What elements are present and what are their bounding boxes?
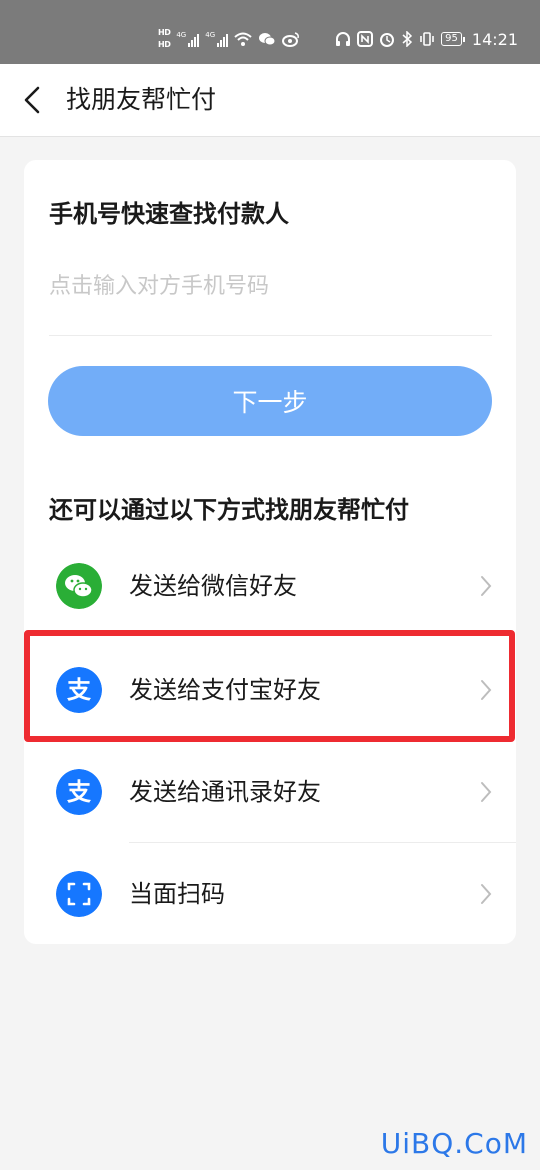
back-button[interactable] bbox=[12, 76, 58, 124]
weibo-icon bbox=[282, 32, 300, 47]
nav-bar: 找朋友帮忙付 bbox=[0, 64, 540, 137]
signal-icon: 4G bbox=[205, 31, 229, 47]
next-step-button[interactable]: 下一步 bbox=[48, 366, 492, 436]
status-bar-left: HD HD 4G 4G bbox=[158, 22, 300, 56]
wechat-icon bbox=[259, 33, 276, 46]
send-to-wechat-friend[interactable]: 发送给微信好友 bbox=[24, 535, 516, 637]
alipay-icon: 支 bbox=[56, 667, 102, 713]
wechat-icon bbox=[56, 563, 102, 609]
alt-methods-title: 还可以通过以下方式找朋友帮忙付 bbox=[49, 496, 409, 524]
page-title: 找朋友帮忙付 bbox=[66, 85, 217, 114]
send-to-alipay-friend[interactable]: 支 发送给支付宝好友 bbox=[24, 639, 516, 741]
hd-badge: HD bbox=[158, 28, 171, 37]
bluetooth-icon bbox=[402, 31, 413, 47]
vibrate-icon bbox=[420, 32, 434, 46]
face-to-face-scan[interactable]: 当面扫码 bbox=[24, 843, 516, 945]
wifi-icon bbox=[234, 32, 252, 46]
network-type: 4G bbox=[176, 31, 187, 39]
headphones-icon bbox=[336, 32, 351, 46]
chevron-right-icon bbox=[481, 782, 492, 802]
phone-search-title: 手机号快速查找付款人 bbox=[49, 200, 289, 228]
alipay-icon: 支 bbox=[56, 769, 102, 815]
chevron-right-icon bbox=[481, 576, 492, 596]
chevron-right-icon bbox=[481, 680, 492, 700]
status-bar-right: 95 14:21 bbox=[335, 22, 518, 56]
main-card: 手机号快速查找付款人 下一步 还可以通过以下方式找朋友帮忙付 发送给微信好友 支… bbox=[24, 160, 516, 944]
alarm-icon bbox=[380, 33, 395, 47]
hd-badge: HD bbox=[158, 40, 171, 49]
option-label: 发送给支付宝好友 bbox=[129, 676, 321, 704]
back-arrow-icon bbox=[24, 86, 40, 114]
chevron-right-icon bbox=[481, 884, 492, 904]
hd-badges: HD HD bbox=[158, 28, 171, 50]
divider bbox=[49, 335, 492, 336]
alipay-glyph: 支 bbox=[67, 778, 92, 806]
option-label: 当面扫码 bbox=[129, 880, 225, 908]
status-time: 14:21 bbox=[471, 29, 518, 49]
signal-icon: 4G bbox=[176, 31, 200, 47]
send-to-contact-friend[interactable]: 支 发送给通讯录好友 bbox=[24, 741, 516, 843]
watermark: UiBQ.CoM bbox=[380, 1127, 528, 1160]
nfc-icon bbox=[357, 31, 374, 47]
option-label: 发送给通讯录好友 bbox=[129, 778, 321, 806]
scan-icon bbox=[56, 871, 102, 917]
phone-input[interactable] bbox=[49, 264, 491, 308]
alipay-glyph: 支 bbox=[67, 676, 92, 704]
option-label: 发送给微信好友 bbox=[129, 572, 297, 600]
battery-icon: 95 bbox=[441, 32, 465, 46]
network-type: 4G bbox=[205, 31, 216, 39]
status-bar: HD HD 4G 4G 95 14:21 bbox=[0, 0, 540, 64]
